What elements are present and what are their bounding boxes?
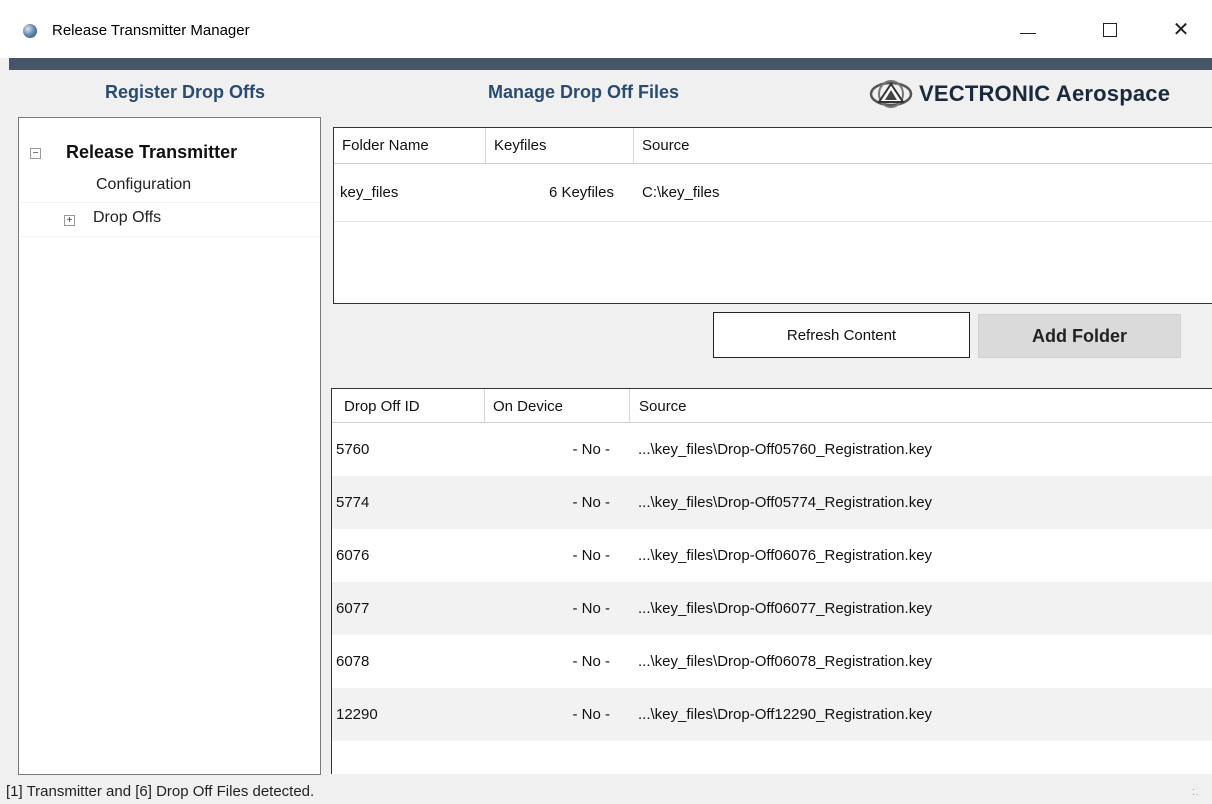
collapse-icon[interactable]: −	[30, 148, 41, 159]
table-row[interactable]: 6077 - No - ...\key_files\Drop-Off06077_…	[332, 582, 1212, 635]
header-accent-bar	[9, 58, 1212, 70]
maximize-icon	[1103, 23, 1117, 37]
tab-manage-drop-off-files[interactable]: Manage Drop Off Files	[488, 82, 679, 103]
on-device-cell: - No -	[572, 706, 611, 723]
tree-item-label: Release Transmitter	[66, 142, 238, 162]
dropoff-table: Drop Off ID On Device Source 5760 - No -…	[331, 388, 1212, 774]
table-row[interactable]: key_files 6 Keyfiles C:\key_files	[334, 164, 1212, 222]
status-text: [1] Transmitter and [6] Drop Off Files d…	[6, 783, 315, 800]
table-header: Folder Name Keyfiles Source	[334, 128, 1212, 164]
expand-icon[interactable]: +	[64, 215, 75, 226]
source-cell: ...\key_files\Drop-Off06076_Registration…	[638, 547, 933, 564]
column-header-drop-off-id[interactable]: Drop Off ID	[332, 389, 485, 422]
on-device-cell: - No -	[572, 547, 611, 564]
column-header-source[interactable]: Source	[630, 389, 1212, 422]
column-header-source[interactable]: Source	[634, 128, 1212, 163]
table-row[interactable]: 6076 - No - ...\key_files\Drop-Off06076_…	[332, 529, 1212, 582]
close-icon: ✕	[1172, 19, 1190, 41]
tab-strip: Register Drop Offs Manage Drop Off Files…	[9, 70, 1212, 116]
on-device-cell: - No -	[572, 441, 611, 458]
on-device-cell: - No -	[572, 653, 611, 670]
column-header-keyfiles[interactable]: Keyfiles	[486, 128, 634, 163]
table-row[interactable]: 12290 - No - ...\key_files\Drop-Off12290…	[332, 688, 1212, 741]
on-device-cell: - No -	[572, 494, 611, 511]
drop-off-id-cell: 5760	[336, 441, 370, 458]
source-cell: ...\key_files\Drop-Off12290_Registration…	[638, 706, 933, 723]
on-device-cell: - No -	[572, 600, 611, 617]
folder-table: Folder Name Keyfiles Source key_files 6 …	[333, 127, 1212, 304]
drop-off-id-cell: 6078	[336, 653, 370, 670]
tree-item-label: Configuration	[96, 176, 192, 193]
column-header-on-device[interactable]: On Device	[485, 389, 630, 422]
table-row[interactable]: 5774 - No - ...\key_files\Drop-Off05774_…	[332, 476, 1212, 529]
table-row[interactable]: 6078 - No - ...\key_files\Drop-Off06078_…	[332, 635, 1212, 688]
source-cell: C:\key_files	[642, 184, 720, 201]
folder-name-cell: key_files	[340, 184, 399, 201]
tree-item-configuration[interactable]: Configuration	[19, 170, 320, 203]
brand-name: VECTRONIC Aerospace	[919, 81, 1171, 106]
minimize-icon	[1020, 32, 1036, 34]
source-cell: ...\key_files\Drop-Off05760_Registration…	[638, 441, 933, 458]
navigation-tree: − Release Transmitter Configuration + Dr…	[18, 117, 321, 775]
source-cell: ...\key_files\Drop-Off06078_Registration…	[638, 653, 933, 670]
table-row[interactable]: 5760 - No - ...\key_files\Drop-Off05760_…	[332, 423, 1212, 476]
brand-logo: VECTRONIC Aerospace	[869, 77, 1170, 111]
window-title: Release Transmitter Manager	[52, 22, 250, 39]
close-button[interactable]: ✕	[1158, 12, 1204, 48]
drop-off-id-cell: 5774	[336, 494, 370, 511]
column-header-folder-name[interactable]: Folder Name	[334, 128, 486, 163]
source-cell: ...\key_files\Drop-Off05774_Registration…	[638, 494, 933, 511]
maximize-button[interactable]	[1087, 12, 1133, 48]
tree-item-release-transmitter[interactable]: − Release Transmitter	[19, 136, 320, 168]
title-bar: Release Transmitter Manager ✕	[0, 0, 1212, 58]
minimize-button[interactable]	[1005, 12, 1051, 48]
keyfiles-cell: 6 Keyfiles	[548, 184, 614, 201]
resize-grip-icon[interactable]: ...	[1192, 783, 1200, 798]
drop-off-id-cell: 12290	[336, 706, 378, 723]
tree-item-label: Drop Offs	[93, 209, 162, 226]
app-globe-icon	[23, 24, 37, 38]
tab-register-drop-offs[interactable]: Register Drop Offs	[105, 82, 265, 103]
drop-off-id-cell: 6076	[336, 547, 370, 564]
vectronic-logo-icon	[869, 80, 913, 108]
add-folder-button[interactable]: Add Folder	[978, 314, 1181, 358]
table-header: Drop Off ID On Device Source	[332, 389, 1212, 423]
drop-off-id-cell: 6077	[336, 600, 370, 617]
tree-item-drop-offs[interactable]: + Drop Offs	[19, 204, 320, 237]
source-cell: ...\key_files\Drop-Off06077_Registration…	[638, 600, 933, 617]
refresh-content-button[interactable]: Refresh Content	[713, 312, 970, 358]
